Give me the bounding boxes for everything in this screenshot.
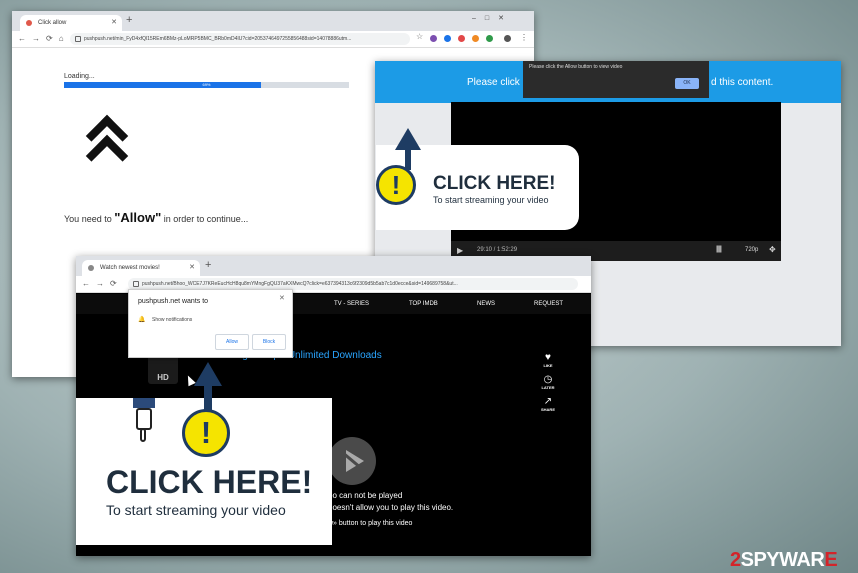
close-tab-icon[interactable]: ✕: [111, 15, 117, 31]
tab-bar-movies: Watch newest movies! ✕ +: [76, 256, 591, 276]
prompt-post: in order to continue...: [163, 214, 249, 224]
watermark-part1: 2: [730, 549, 741, 571]
play-icon[interactable]: ▶: [457, 246, 463, 255]
time-display: 29:10 / 1:52:29: [477, 247, 518, 253]
star-icon[interactable]: ☆: [416, 32, 423, 41]
error-line-2: doesn't allow you to play this video.: [328, 503, 454, 512]
pointing-hand-icon: [133, 398, 155, 444]
new-tab-button-movies[interactable]: +: [205, 259, 211, 271]
cta-subtitle-right: To start streaming your video: [433, 195, 549, 205]
tab-bar: Click allow ✕ + –□✕: [12, 11, 534, 31]
extension-icon-5[interactable]: [486, 35, 493, 42]
tooltip-text: Please click the Allow button to view vi…: [529, 64, 623, 70]
cta-title-right: CLICK HERE!: [433, 173, 556, 194]
hd-label: HD: [157, 373, 169, 382]
url-text: pushpush.net/min_FyD4xfQl15REm6BMz-pLoMR…: [84, 36, 352, 42]
click-here-card-left[interactable]: ! CLICK HERE! To start streaming your vi…: [76, 398, 332, 545]
popup-close-icon[interactable]: ✕: [279, 294, 285, 302]
exclamation-icon-left: !: [182, 409, 230, 457]
site-favicon: [26, 20, 32, 26]
profile-avatar-icon[interactable]: [504, 35, 511, 42]
close-tab-icon-movies[interactable]: ✕: [189, 260, 195, 276]
popup-title: pushpush.net wants to: [138, 298, 209, 305]
arrow-up-icon-left: [194, 362, 222, 386]
error-line-1: eo can not be played: [328, 491, 403, 500]
tab-click-allow[interactable]: Click allow ✕: [20, 15, 122, 31]
tooltip-ok-button[interactable]: OK: [675, 78, 699, 89]
menu-dots-icon[interactable]: ⋮: [520, 33, 528, 42]
new-tab-button[interactable]: +: [126, 14, 132, 26]
tab-title-movies: Watch newest movies!: [100, 265, 160, 271]
extension-icon-3[interactable]: [458, 35, 465, 42]
share-icon[interactable]: ↗ SHARE: [538, 396, 558, 412]
banner-text-left: Please click c: [467, 77, 528, 88]
progress-text: 69%: [202, 82, 211, 87]
bell-icon: 🔔: [138, 317, 146, 323]
exclamation-icon: !: [376, 165, 416, 205]
quality-label[interactable]: 720p: [745, 247, 758, 253]
menu-request[interactable]: REQUEST: [534, 294, 563, 314]
address-bar-row: ←→⟳⌂ pushpush.net/min_FyD4xfQl15REm6BMz-…: [12, 31, 534, 48]
menu-news[interactable]: NEWS: [477, 294, 495, 314]
notification-tooltip: Please click the Allow button to view vi…: [523, 61, 709, 98]
loading-label: Loading...: [64, 73, 95, 80]
lock-icon: [75, 36, 81, 42]
error-line-3: w» button to play this video: [328, 520, 413, 527]
prompt-allow: "Allow": [114, 210, 162, 225]
popup-item: Show notifications: [152, 317, 193, 323]
prompt-pre: You need to: [64, 214, 112, 224]
watermark-logo: 2SPYWARE: [730, 549, 838, 572]
cta-subtitle-left: To start streaming your video: [106, 502, 286, 518]
window-controls[interactable]: –□✕: [472, 14, 513, 22]
allow-prompt-text: You need to "Allow" in order to continue…: [64, 210, 248, 225]
later-icon[interactable]: ◷ LATER: [538, 374, 558, 390]
extension-icon-1[interactable]: [430, 35, 437, 42]
progress-bar: 69%: [64, 82, 349, 88]
tab-watch-movies[interactable]: Watch newest movies! ✕: [82, 260, 200, 276]
menu-top-imdb[interactable]: TOP IMDB: [409, 294, 438, 314]
banner-text-right: d this content.: [711, 77, 774, 88]
hd-film-icon: HD: [148, 354, 178, 384]
notification-permission-popup: pushpush.net wants to ✕ 🔔 Show notificat…: [128, 289, 293, 358]
url-text-movies: pushpush.net/Bhoo_WCE7J7KReEucHcH8qu8mYM…: [142, 281, 458, 287]
tab-title: Click allow: [38, 20, 67, 26]
allow-button[interactable]: Allow: [215, 334, 249, 350]
lock-icon-movies: [133, 281, 139, 287]
double-chevron-up-icon: [80, 111, 130, 178]
menu-tv-series[interactable]: TV - SERIES: [334, 294, 369, 314]
arrow-shaft-left: [204, 384, 212, 410]
watermark-part3: E: [824, 549, 838, 571]
extension-icon-4[interactable]: [472, 35, 479, 42]
arrow-up-icon: [395, 128, 421, 150]
nav-buttons[interactable]: ←→⟳⌂: [18, 34, 70, 43]
watermark-part2: SPYWAR: [740, 549, 825, 571]
extension-icon-2[interactable]: [444, 35, 451, 42]
cta-title-left: CLICK HERE!: [106, 464, 313, 500]
settings-icon[interactable]: ✥: [769, 245, 776, 254]
blocked-play-icon[interactable]: [328, 437, 376, 485]
like-icon[interactable]: ♥ LIKE: [538, 352, 558, 368]
nav-buttons-movies[interactable]: ←→⟳: [82, 279, 123, 288]
volume-icon[interactable]: ||||||: [716, 246, 722, 253]
site-favicon-movies: [88, 265, 94, 271]
block-button[interactable]: Block: [252, 334, 286, 350]
arrow-shaft: [405, 148, 411, 170]
url-field[interactable]: pushpush.net/min_FyD4xfQl15REm6BMz-pLoMR…: [70, 33, 410, 45]
